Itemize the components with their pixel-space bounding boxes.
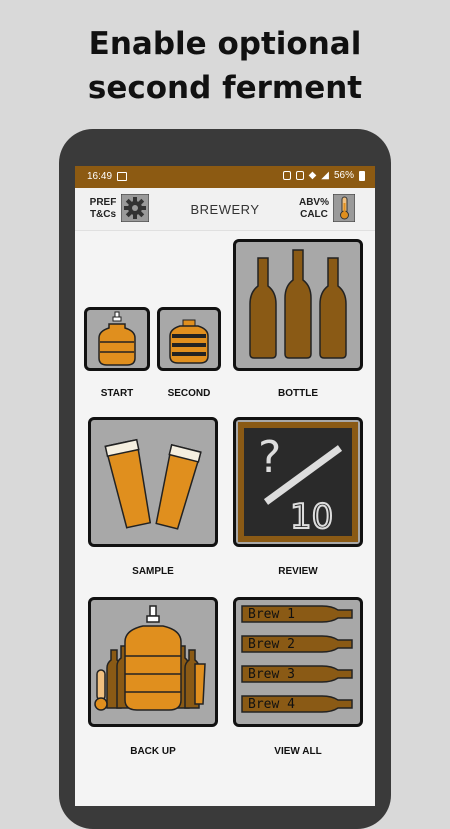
- app-bar: PREF T&Cs BREWERY ABV% CALC: [75, 188, 375, 231]
- brew-item-3: Brew 3: [248, 667, 295, 682]
- status-time: 16:49: [87, 171, 113, 182]
- review-art-question: ?: [258, 432, 281, 483]
- thermometer-icon: [333, 194, 355, 222]
- battery-icon: [359, 170, 365, 181]
- bottles-icon: [249, 249, 347, 359]
- beer-glasses-toast-icon: [104, 438, 202, 530]
- start-label: START: [100, 388, 134, 399]
- fermenter-airlock-icon: [98, 311, 136, 366]
- brew-list-bottles-icon: Brew 1 Brew 2 Brew 3 Brew 4: [241, 605, 353, 713]
- backup-tile[interactable]: [88, 597, 218, 727]
- promo-line-1: Enable optional: [88, 26, 362, 62]
- start-tile[interactable]: [84, 307, 150, 371]
- image-notification-icon: [117, 172, 127, 181]
- review-art-ten: 10: [290, 497, 333, 537]
- second-label: SECOND: [167, 388, 211, 399]
- battery-percent: 56%: [333, 170, 354, 181]
- view-all-tile[interactable]: Brew 1 Brew 2 Brew 3 Brew 4: [233, 597, 363, 727]
- promo-headline: Enable optional second ferment: [0, 22, 450, 110]
- promo-line-2: second ferment: [87, 70, 363, 106]
- vibrate-icon: [282, 171, 291, 180]
- app-screen: 16:49 ◆ ◢ 56% PREF T&Cs BREWERY ABV% CAL…: [75, 166, 375, 806]
- chalkboard-rating-icon: ? 10: [238, 422, 358, 542]
- abv-label-line1: ABV%: [298, 197, 329, 208]
- review-label: REVIEW: [278, 566, 318, 577]
- brew-item-1: Brew 1: [248, 607, 295, 622]
- abv-label-line2: CALC: [300, 209, 328, 220]
- mute-icon: [295, 171, 304, 180]
- second-tile[interactable]: [157, 307, 221, 371]
- brew-item-4: Brew 4: [248, 697, 295, 712]
- backup-label: BACK UP: [130, 746, 176, 757]
- brew-item-2: Brew 2: [248, 637, 295, 652]
- wifi-icon: ◆: [308, 170, 317, 181]
- sample-label: SAMPLE: [132, 566, 174, 577]
- second-fermenter-icon: [169, 319, 209, 364]
- sample-tile[interactable]: [88, 417, 218, 547]
- backup-brewery-icon: [94, 605, 206, 711]
- abv-calc-button[interactable]: ABV% CALC: [297, 194, 361, 226]
- view-all-label: VIEW ALL: [274, 746, 322, 757]
- bottle-tile[interactable]: [233, 239, 363, 371]
- abv-button-label: ABV% CALC: [297, 197, 331, 221]
- bottle-label: BOTTLE: [278, 388, 318, 399]
- signal-icon: ◢: [321, 170, 329, 181]
- review-tile[interactable]: ? 10: [233, 417, 363, 547]
- status-bar: 16:49 ◆ ◢ 56%: [75, 166, 375, 188]
